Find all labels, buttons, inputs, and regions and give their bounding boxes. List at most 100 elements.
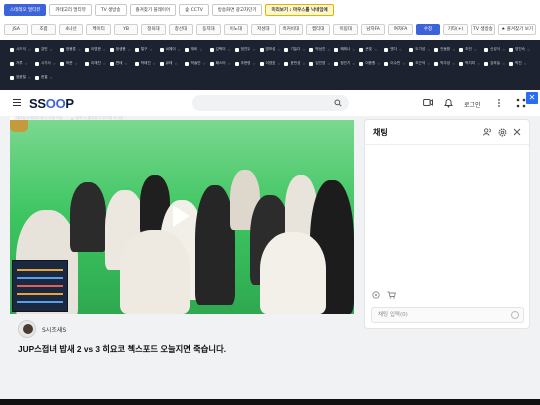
category-tab-12[interactable]: 미림대: [333, 24, 358, 35]
checkbox-icon[interactable]: [209, 61, 214, 66]
checkbox-icon[interactable]: [10, 61, 14, 66]
search-input[interactable]: [192, 95, 349, 111]
toolbar-button-1[interactable]: 카테고리 멀티뷰: [49, 4, 92, 16]
checkbox-icon[interactable]: [384, 47, 389, 52]
channel-item[interactable]: 엔다 ☆: [384, 46, 407, 53]
category-tab-1[interactable]: 조합: [31, 24, 56, 35]
star-icon[interactable]: ☆: [302, 48, 305, 52]
toolbar-button-2[interactable]: TV 생방송: [94, 4, 127, 16]
star-icon[interactable]: ☆: [352, 48, 355, 52]
streamer-name[interactable]: S시조새S: [42, 325, 66, 334]
category-tab-7[interactable]: 동지대: [196, 24, 221, 35]
channel-item[interactable]: 이수빈 ☆: [384, 60, 407, 67]
star-icon[interactable]: ☆: [302, 62, 305, 66]
more-vertical-icon[interactable]: [497, 98, 501, 108]
channel-item[interactable]: 박지미 ☆: [459, 60, 482, 67]
channel-item[interactable]: 하준 ☆: [59, 60, 83, 67]
star-icon[interactable]: ☆: [124, 62, 127, 66]
channel-item[interactable]: 박상진 ☆: [309, 46, 332, 53]
star-icon[interactable]: ☆: [452, 48, 455, 52]
streamer-info[interactable]: S시조새S: [18, 320, 66, 338]
channel-item[interactable]: 이재천 ☆: [84, 60, 108, 67]
channel-item[interactable]: 큐레 ☆: [159, 60, 183, 67]
star-icon[interactable]: ☆: [352, 62, 355, 66]
checkbox-icon[interactable]: [359, 61, 364, 66]
channel-item[interactable]: 추현영 ☆: [234, 60, 258, 67]
chat-input[interactable]: 채팅 입력(0): [371, 307, 524, 323]
star-icon[interactable]: ☆: [25, 62, 28, 66]
checkbox-icon[interactable]: [259, 47, 264, 52]
star-icon[interactable]: ☆: [277, 48, 280, 52]
star-icon[interactable]: ☆: [427, 62, 430, 66]
checkbox-icon[interactable]: [309, 47, 314, 52]
channel-item[interactable]: 박솔빈 ☆: [184, 60, 208, 67]
category-tab-9[interactable]: 저성대: [251, 24, 276, 35]
star-icon[interactable]: ☆: [252, 62, 255, 66]
channel-item[interactable]: 이영호 ☆: [259, 60, 283, 67]
star-icon[interactable]: ☆: [427, 48, 430, 52]
star-icon[interactable]: ☆: [277, 62, 280, 66]
category-tab-8[interactable]: 이노대: [223, 24, 249, 35]
star-icon[interactable]: ☆: [524, 62, 527, 66]
checkbox-icon[interactable]: [409, 47, 414, 52]
category-tab-0[interactable]: JSA: [4, 24, 29, 35]
checkbox-icon[interactable]: [459, 61, 464, 66]
star-icon[interactable]: ☆: [153, 62, 156, 66]
login-link[interactable]: 로그인: [464, 100, 481, 109]
star-icon[interactable]: ☆: [502, 48, 505, 52]
search-icon[interactable]: [334, 99, 342, 107]
channel-item[interactable]: 장윤철 ☆: [10, 74, 33, 81]
toolbar-button-6[interactable]: 미리보기 : 마우스를 낙네임에: [265, 4, 334, 16]
checkbox-icon[interactable]: [284, 61, 289, 66]
channel-item[interactable]: 씨웨이 ☆: [159, 46, 183, 53]
star-icon[interactable]: ☆: [203, 62, 206, 66]
close-icon[interactable]: [513, 128, 521, 136]
star-icon[interactable]: ☆: [327, 62, 330, 66]
star-icon[interactable]: ☆: [199, 48, 202, 52]
checkbox-icon[interactable]: [84, 47, 89, 52]
checkbox-icon[interactable]: [434, 47, 439, 52]
checkbox-icon[interactable]: [34, 47, 39, 52]
checkbox-icon[interactable]: [234, 61, 239, 66]
checkbox-icon[interactable]: [509, 47, 514, 52]
toolbar-button-4[interactable]: 숲 CCTV: [179, 4, 209, 16]
channel-item[interactable]: 시가사 ☆: [34, 60, 58, 67]
checkbox-icon[interactable]: [209, 47, 214, 52]
checkbox-icon[interactable]: [359, 47, 364, 52]
checkbox-icon[interactable]: [259, 61, 264, 66]
channel-item[interactable]: 정인기 ☆: [334, 60, 357, 67]
star-icon[interactable]: ☆: [103, 62, 106, 66]
channel-item[interactable]: 영진숙 ☆: [509, 46, 532, 53]
channel-item[interactable]: 정진두 ☆: [234, 46, 258, 53]
category-tab-2[interactable]: 4나선: [58, 24, 84, 35]
avatar[interactable]: [18, 320, 36, 338]
category-tab-11[interactable]: 캡티대: [305, 24, 331, 35]
star-icon[interactable]: ☆: [53, 62, 56, 66]
category-tab-18[interactable]: ★ 즐겨찾기 보기: [498, 24, 537, 35]
channel-item[interactable]: 정생용 ☆: [109, 46, 133, 53]
star-icon[interactable]: ☆: [28, 48, 31, 52]
checkbox-icon[interactable]: [84, 61, 89, 66]
checkbox-icon[interactable]: [59, 47, 64, 52]
star-icon[interactable]: ☆: [228, 48, 231, 52]
channel-item[interactable]: 박진 ☆: [509, 60, 532, 67]
soop-logo[interactable]: SSOOP: [29, 96, 74, 111]
category-tab-4[interactable]: YB: [113, 24, 139, 35]
checkbox-icon[interactable]: [334, 61, 339, 66]
channel-item[interactable]: 페스터 ☆: [209, 60, 233, 67]
category-tab-14[interactable]: 여자FA: [388, 24, 413, 35]
apps-grid-icon[interactable]: [516, 98, 526, 108]
star-icon[interactable]: ☆: [502, 62, 505, 66]
star-icon[interactable]: ☆: [374, 48, 377, 52]
checkbox-icon[interactable]: [334, 47, 339, 52]
star-icon[interactable]: ☆: [149, 48, 152, 52]
checkbox-icon[interactable]: [109, 47, 114, 52]
channel-item[interactable]: 조근석 ☆: [409, 60, 432, 67]
checkbox-icon[interactable]: [159, 61, 164, 66]
star-icon[interactable]: ☆: [50, 76, 53, 80]
emoticon-icon[interactable]: [372, 291, 380, 299]
channel-item[interactable]: 변태 ☆: [109, 60, 133, 67]
cart-icon[interactable]: [387, 291, 396, 299]
toolbar-button-5[interactable]: 방송화면 광고차단기: [211, 4, 263, 16]
checkbox-icon[interactable]: [509, 61, 514, 66]
